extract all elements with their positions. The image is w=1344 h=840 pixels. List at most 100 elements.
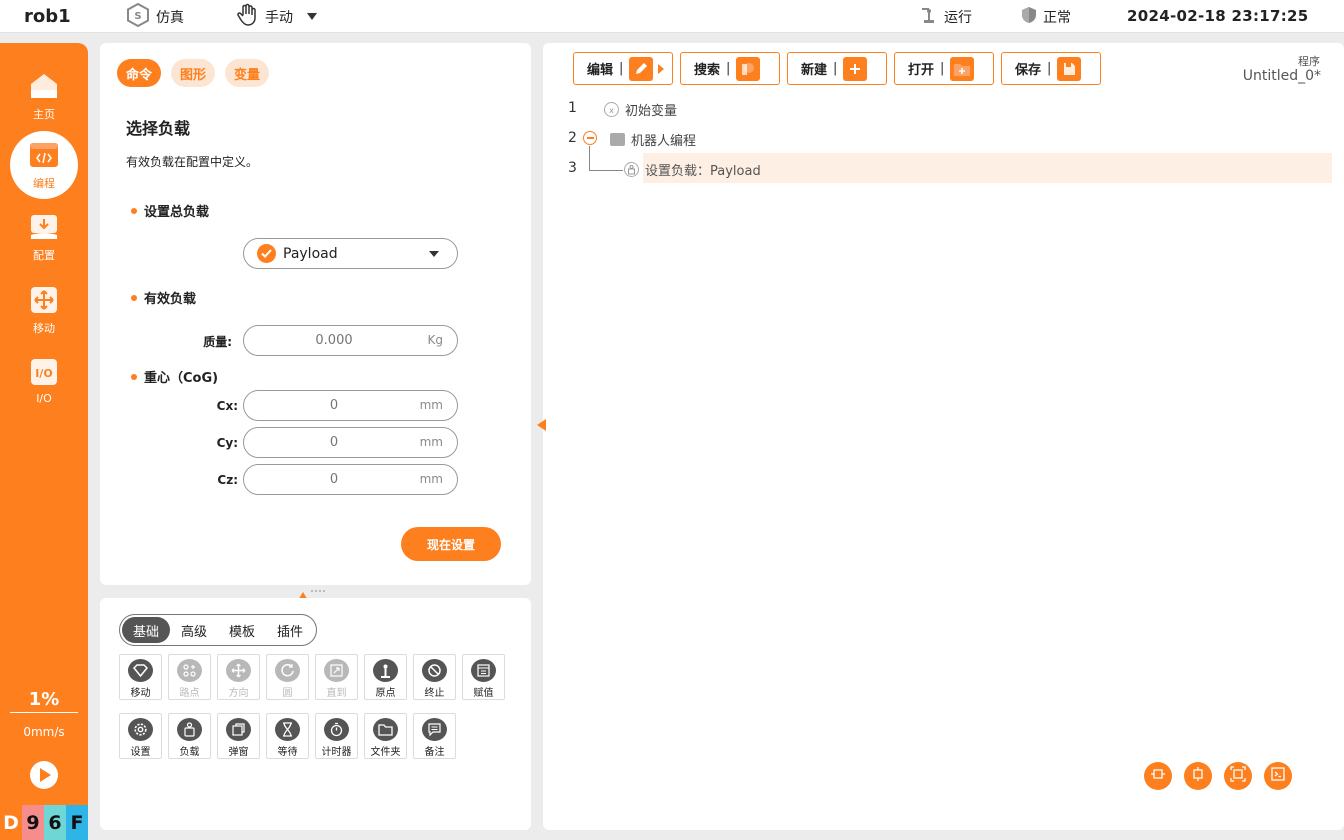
hex-char: D — [0, 805, 22, 840]
mass-label: 质量: — [203, 335, 232, 349]
button-label: 打开 — [908, 63, 935, 78]
cz-field[interactable]: mm — [243, 464, 458, 495]
cx-input[interactable] — [244, 391, 424, 420]
sim-mode-indicator[interactable]: S 仿真 — [126, 0, 184, 33]
hex-char: F — [66, 805, 88, 840]
program-node-init-vars[interactable]: x 初始变量 — [604, 100, 677, 119]
tool-timer[interactable]: 计时器 — [315, 713, 358, 759]
speed-divider — [10, 712, 78, 713]
cz-label: Cz: — [217, 473, 238, 487]
tool-note[interactable]: 备注 — [413, 713, 456, 759]
expand-horizontal-button[interactable] — [1144, 762, 1172, 790]
tool-circle[interactable]: 圆 — [266, 654, 309, 700]
segment-template[interactable]: 模板 — [218, 617, 266, 643]
expand-vertical-icon — [1190, 766, 1206, 786]
run-label: 运行 — [944, 9, 972, 26]
tool-label: 路点 — [179, 688, 200, 699]
program-node-set-payload[interactable]: 设置负载：Payload — [624, 160, 761, 179]
play-button[interactable] — [30, 761, 58, 789]
tool-folder[interactable]: 文件夹 — [364, 713, 407, 759]
cy-field[interactable]: mm — [243, 427, 458, 458]
payload-icon — [624, 162, 639, 177]
tool-label: 直到 — [326, 688, 347, 699]
folder-open-icon — [950, 56, 975, 81]
save-button[interactable]: 保存 | — [1001, 52, 1101, 85]
program-name: Untitled_0* — [1242, 68, 1321, 84]
sidebar-item-home[interactable]: 主页 — [0, 63, 88, 129]
splitter-grip[interactable] — [311, 590, 325, 592]
cz-unit: mm — [419, 472, 443, 486]
manual-mode-dropdown[interactable]: 手动 — [235, 0, 317, 33]
svg-text:x: x — [609, 106, 614, 114]
tool-label: 文件夹 — [370, 747, 401, 758]
set-now-button[interactable]: 现在设置 — [401, 527, 501, 561]
command-tabs: 命令 图形 变量 — [117, 59, 270, 87]
terminal-button[interactable] — [1264, 762, 1292, 790]
tool-origin[interactable]: 原点 — [364, 654, 407, 700]
code-block-icon — [610, 133, 625, 146]
tool-waypoint[interactable]: 路点 — [168, 654, 211, 700]
cy-input[interactable] — [244, 428, 424, 457]
mass-input[interactable] — [244, 326, 424, 355]
tool-payload[interactable]: 负载 — [168, 713, 211, 759]
edit-button[interactable]: 编辑 | — [573, 52, 673, 85]
folder-icon — [373, 718, 398, 741]
segment-basic[interactable]: 基础 — [122, 617, 171, 643]
segment-advanced[interactable]: 高级 — [170, 617, 218, 643]
tool-until[interactable]: 直到 — [315, 654, 358, 700]
sidebar-item-config[interactable]: 配置 — [0, 204, 88, 270]
tool-assign[interactable]: 赋值 — [462, 654, 505, 700]
sidebar-item-programming[interactable]: 编程 — [10, 131, 78, 199]
open-button[interactable]: 打开 | — [894, 52, 994, 85]
assign-icon — [471, 659, 496, 682]
button-label: 新建 — [801, 63, 828, 78]
timer-icon — [324, 718, 349, 741]
direction-icon — [226, 659, 251, 682]
cog-heading: 重心（CoG) — [131, 367, 218, 386]
payload-select[interactable]: Payload — [243, 238, 458, 269]
tool-wait[interactable]: 等待 — [266, 713, 309, 759]
check-icon — [257, 244, 276, 263]
sidebar-item-move[interactable]: 移动 — [0, 277, 88, 343]
hand-icon — [235, 3, 259, 31]
tool-direction[interactable]: 方向 — [217, 654, 260, 700]
speed-percent[interactable]: 1% — [0, 689, 88, 710]
expand-horizontal-icon — [1150, 766, 1166, 786]
sidebar-item-io[interactable]: I/O I/O — [0, 348, 88, 414]
tool-label: 终止 — [424, 688, 445, 699]
cx-field[interactable]: mm — [243, 390, 458, 421]
sidebar-item-label: 编程 — [33, 176, 55, 190]
sidebar-item-label: 配置 — [33, 248, 55, 262]
collapse-toggle[interactable] — [583, 131, 597, 145]
heading-text: 设置总负载 — [144, 205, 210, 220]
terminal-icon — [1270, 766, 1286, 786]
tool-label: 设置 — [130, 747, 151, 758]
tab-commands[interactable]: 命令 — [117, 59, 162, 87]
tab-variables[interactable]: 变量 — [225, 59, 270, 87]
variable-icon: x — [604, 102, 619, 117]
search-button[interactable]: 搜索 | — [680, 52, 780, 85]
tool-label: 等待 — [277, 747, 298, 758]
tool-label: 赋值 — [473, 688, 494, 699]
segment-plugin[interactable]: 插件 — [266, 617, 314, 643]
mass-field[interactable]: Kg — [243, 325, 458, 356]
tool-stop[interactable]: 终止 — [413, 654, 456, 700]
cy-unit: mm — [419, 435, 443, 449]
heading-text: 有效负载 — [144, 292, 197, 307]
status-label: 正常 — [1043, 9, 1071, 26]
collapse-left-arrow[interactable] — [537, 419, 546, 431]
settings-icon — [128, 718, 153, 741]
hourglass-icon — [275, 718, 300, 741]
fit-screen-button[interactable] — [1224, 762, 1252, 790]
move-cmd-icon — [128, 659, 153, 682]
new-button[interactable]: 新建 | — [787, 52, 887, 85]
tab-graphics[interactable]: 图形 — [171, 59, 216, 87]
cz-input[interactable] — [244, 465, 424, 494]
tool-settings[interactable]: 设置 — [119, 713, 162, 759]
command-panel: 命令 图形 变量 选择负载 有效负载在配置中定义。 设置总负载 Payload … — [100, 43, 531, 585]
expand-vertical-button[interactable] — [1184, 762, 1212, 790]
tool-move[interactable]: 移动 — [119, 654, 162, 700]
program-node-robot-program[interactable]: 机器人编程 — [610, 130, 696, 149]
tool-popup[interactable]: 弹窗 — [217, 713, 260, 759]
waypoint-icon — [177, 659, 202, 682]
